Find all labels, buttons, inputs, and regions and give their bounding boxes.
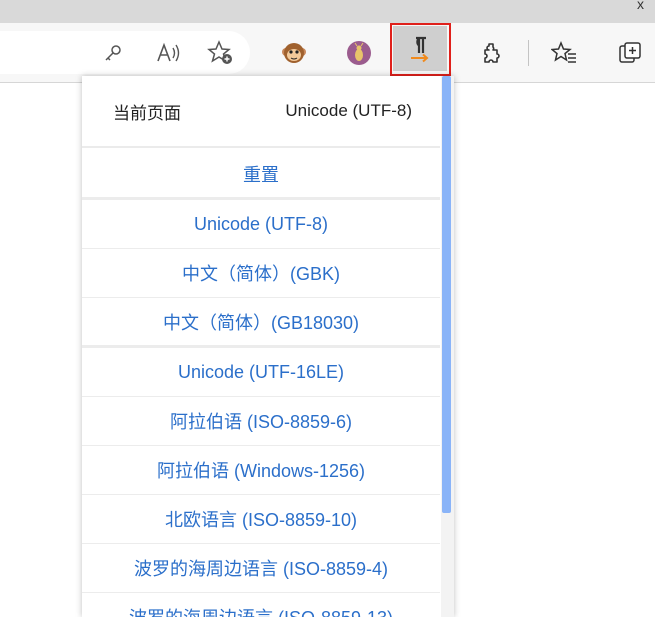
title-bar [0,0,655,23]
encoding-item-utf16le[interactable]: Unicode (UTF-16LE) [82,348,440,397]
menu-item-label: 北欧语言 (ISO-8859-10) [164,510,358,530]
pilcrow-extension-icon [390,23,450,74]
encoding-item-iso-8859-10[interactable]: 北欧语言 (ISO-8859-10) [82,495,440,544]
menu-item-label: 重置 [243,164,279,185]
close-icon: x [637,0,644,12]
add-favorite-icon[interactable] [205,23,237,82]
menu-item-label: 波罗的海周边语言 (ISO-8859-13) [129,604,393,617]
encoding-popup: 当前页面 Unicode (UTF-8) 重置 Unicode (UTF-8) … [82,76,454,617]
reset-encoding-item[interactable]: 重置 [82,150,440,200]
current-page-row: 当前页面 Unicode (UTF-8) [82,76,440,148]
popup-scrollbar[interactable] [441,76,454,617]
scrollbar-thumb[interactable] [442,76,451,513]
encoding-item-iso-8859-6[interactable]: 阿拉伯语 (ISO-8859-6) [82,397,440,446]
toolbar-divider [528,40,529,66]
current-encoding-value: Unicode (UTF-8) [285,101,412,120]
menu-item-label: 中文（简体）(GB18030) [162,312,360,333]
encoding-menu: 重置 Unicode (UTF-8) 中文（简体）(GBK) 中文（简体）(GB… [82,150,440,617]
pilcrow-extension-button[interactable] [390,23,451,76]
bug-extension-icon[interactable] [345,23,373,82]
encoding-item-gb18030[interactable]: 中文（简体）(GB18030) [82,298,440,348]
encoding-item-windows-1256[interactable]: 阿拉伯语 (Windows-1256) [82,446,440,495]
encoding-item-iso-8859-4[interactable]: 波罗的海周边语言 (ISO-8859-4) [82,544,440,593]
menu-item-label: 波罗的海周边语言 (ISO-8859-4) [133,559,389,579]
extensions-puzzle-icon[interactable] [478,23,506,82]
menu-item-label: Unicode (UTF-8) [193,213,329,234]
menu-item-label: Unicode (UTF-16LE) [177,361,345,382]
key-icon[interactable] [100,23,126,82]
favorites-icon[interactable] [550,23,578,82]
menu-item-label: 中文（简体）(GBK) [181,264,340,284]
encoding-item-iso-8859-13[interactable]: 波罗的海周边语言 (ISO-8859-13) [82,593,440,617]
menu-item-label: 阿拉伯语 (Windows-1256) [156,461,366,481]
browser-toolbar [0,23,655,83]
window-close-button[interactable]: x [627,0,655,23]
monkey-extension-icon[interactable] [279,23,309,82]
menu-item-label: 阿拉伯语 (ISO-8859-6) [169,412,353,432]
collections-icon[interactable] [616,23,644,82]
current-page-label: 当前页面 [113,103,181,123]
encoding-item-utf8[interactable]: Unicode (UTF-8) [82,200,440,249]
read-aloud-icon[interactable] [152,23,186,82]
encoding-item-gbk[interactable]: 中文（简体）(GBK) [82,249,440,298]
